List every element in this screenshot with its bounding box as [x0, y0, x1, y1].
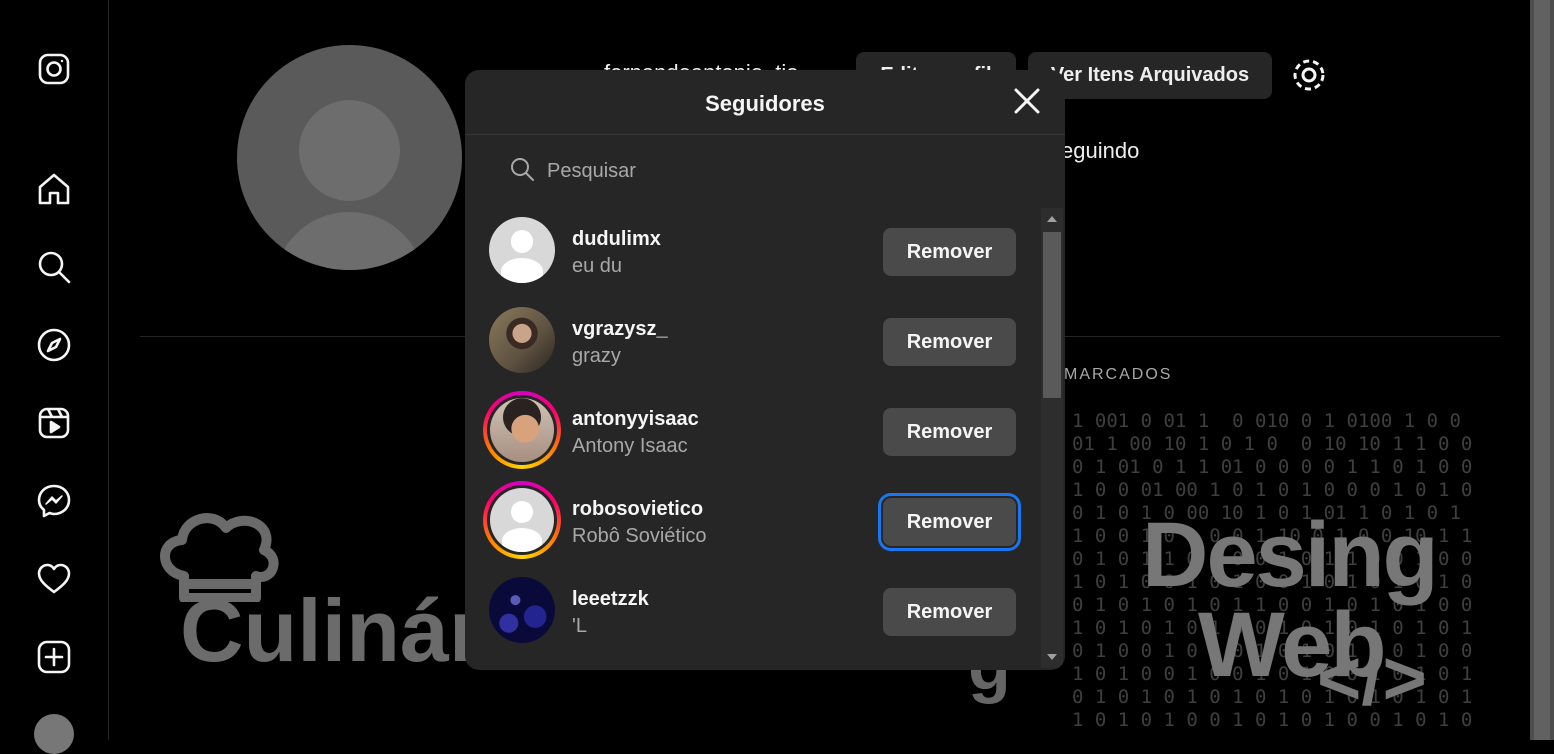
follower-fullname: Robô Soviético [572, 525, 707, 547]
heart-icon[interactable] [36, 561, 72, 597]
remove-button[interactable]: Remover [883, 408, 1016, 456]
list-item: leeetzzk 'L Remover [465, 568, 1041, 658]
profile-avatar[interactable] [237, 45, 462, 270]
settings-gear-icon[interactable] [1290, 56, 1328, 94]
follower-username[interactable]: vgrazysz_ [572, 318, 668, 341]
list-scrollbar[interactable] [1041, 208, 1063, 668]
post-thumbnail-culinaria[interactable]: Culinária [140, 400, 557, 720]
tab-tagged[interactable]: MARCADOS [1064, 366, 1172, 384]
follower-username[interactable]: robosovietico [572, 498, 703, 521]
modal-title: Seguidores [705, 91, 825, 116]
followers-list: dudulimx eu du Remover vgrazysz_ grazy R… [465, 208, 1041, 670]
follower-fullname: 'L [572, 615, 587, 637]
scroll-up-arrow-icon[interactable] [1047, 216, 1057, 222]
follower-username[interactable]: leeetzzk [572, 588, 649, 611]
sidebar [0, 0, 109, 754]
close-icon[interactable] [1010, 84, 1044, 118]
follower-fullname: eu du [572, 255, 623, 277]
messenger-icon[interactable] [36, 483, 72, 519]
scroll-down-arrow-icon[interactable] [1047, 654, 1057, 660]
search-input[interactable] [545, 158, 849, 184]
instagram-logo-icon[interactable] [36, 51, 72, 87]
create-plus-icon[interactable] [36, 639, 72, 675]
list-item: robosovietico Robô Soviético Remover [465, 478, 1041, 568]
search-icon [509, 156, 535, 187]
search-icon[interactable] [36, 249, 72, 285]
follower-fullname: Antony Isaac [572, 435, 688, 457]
remove-button[interactable]: Remover [883, 318, 1016, 366]
follower-fullname: grazy [572, 345, 621, 367]
follower-username[interactable]: dudulimx [572, 228, 661, 251]
avatar[interactable] [489, 217, 555, 283]
list-item: dudulimx eu du Remover [465, 208, 1041, 298]
list-item: vgrazysz_ grazy Remover [465, 298, 1041, 388]
scroll-thumb[interactable] [1043, 232, 1061, 398]
page-scrollbar[interactable] [1530, 0, 1554, 740]
remove-button[interactable]: Remover [883, 588, 1016, 636]
followers-modal: Seguidores dudulimx eu du Remover vgrazy… [465, 70, 1065, 670]
list-item: antonyyisaac Antony Isaac Remover [465, 388, 1041, 478]
explore-compass-icon[interactable] [36, 327, 72, 363]
reels-icon[interactable] [36, 405, 72, 441]
home-icon[interactable] [36, 171, 72, 207]
profile-avatar-icon[interactable] [34, 714, 74, 754]
remove-button[interactable]: Remover [883, 228, 1016, 276]
modal-header: Seguidores [465, 70, 1065, 135]
post-thumbnail-desing-web[interactable]: 1 001 0 01 1 0 010 0 1 0100 1 0 0 01 1 0… [1062, 410, 1500, 730]
search-field[interactable] [509, 156, 849, 186]
code-brackets-icon: </> [1317, 636, 1427, 721]
avatar-story-ring[interactable] [483, 481, 561, 559]
follower-username[interactable]: antonyyisaac [572, 408, 699, 431]
remove-button[interactable]: Remover [883, 498, 1016, 546]
avatar-story-ring[interactable] [483, 391, 561, 469]
avatar[interactable] [489, 307, 555, 373]
avatar[interactable] [489, 577, 555, 643]
